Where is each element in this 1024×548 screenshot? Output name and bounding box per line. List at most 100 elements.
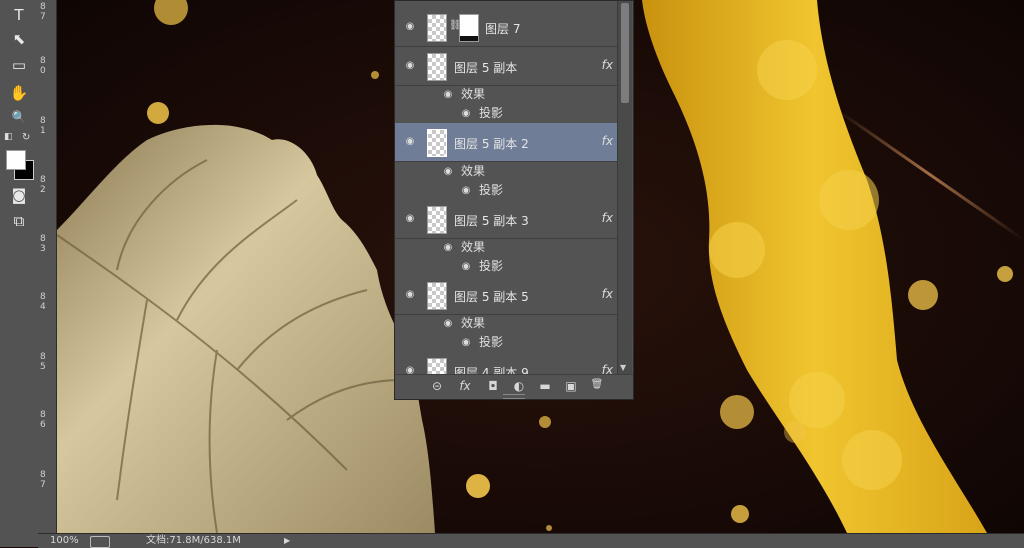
visibility-eye-icon[interactable]: ◉ (403, 137, 417, 147)
swap-colors-icon[interactable]: ↻ (22, 132, 30, 143)
add-style-icon[interactable]: fx (457, 379, 473, 393)
effects-label: 效果 (461, 87, 486, 101)
rectangle-tool-icon[interactable]: ▭ (6, 54, 32, 76)
drop-shadow-label: 投影 (479, 106, 504, 120)
layer-name[interactable]: 图层 4 副本 9 (454, 364, 529, 374)
quick-mask-icon[interactable]: ◙ (6, 184, 32, 206)
zoom-tool-icon[interactable]: 🔍 (6, 106, 32, 128)
ruler-tick: 8 (40, 234, 46, 244)
ruler-tick: 5 (40, 362, 46, 372)
zoom-level[interactable]: 100% (50, 534, 79, 548)
path-selection-tool-icon[interactable]: ⬉ (6, 28, 32, 50)
panel-resize-grip[interactable] (503, 394, 525, 399)
drop-shadow-label: 投影 (479, 183, 504, 197)
scroll-down-arrow-icon[interactable]: ▼ (620, 363, 626, 372)
layer-thumbnail (427, 53, 447, 81)
visibility-eye-icon[interactable]: ◉ (459, 186, 473, 196)
visibility-eye-icon[interactable]: ◉ (403, 214, 417, 224)
effects-row[interactable]: ◉ 效果 (395, 238, 617, 257)
effects-row[interactable]: ◉ 效果 (395, 85, 617, 104)
layer-mask-thumbnail[interactable] (459, 14, 479, 42)
default-colors-icon[interactable]: ◧ (4, 132, 14, 142)
layer-row[interactable]: ◉ 图层 5 副本 3 fx (395, 200, 617, 239)
ruler-tick: 7 (40, 12, 46, 22)
delete-layer-icon[interactable]: 🗑 (589, 379, 605, 390)
visibility-eye-icon[interactable]: ◉ (403, 61, 417, 71)
ruler-tick: 3 (40, 244, 46, 254)
foreground-color-swatch[interactable] (6, 150, 26, 170)
visibility-eye-icon[interactable]: ◉ (441, 243, 455, 253)
effects-label: 效果 (461, 164, 486, 178)
effects-row[interactable]: ◉ 效果 (395, 314, 617, 333)
ruler-tick: 1 (40, 126, 46, 136)
layer-name[interactable]: 图层 7 (485, 20, 520, 37)
type-tool-icon[interactable]: T (6, 4, 32, 26)
vertical-ruler: 8 7 8 0 8 1 8 2 8 3 8 4 8 5 8 6 8 7 (38, 0, 57, 533)
visibility-eye-icon[interactable]: ◉ (403, 366, 417, 375)
effect-row[interactable]: ◉ 投影 (395, 333, 617, 352)
layer-fx-icon[interactable]: fx (602, 363, 613, 374)
ruler-tick: 8 (40, 410, 46, 420)
scrollbar-thumb[interactable] (621, 3, 629, 103)
drop-shadow-label: 投影 (479, 335, 504, 349)
visibility-eye-icon[interactable]: ◉ (403, 22, 417, 32)
visibility-eye-icon[interactable]: ◉ (459, 109, 473, 119)
layer-name[interactable]: 图层 5 副本 (454, 59, 517, 76)
effects-label: 效果 (461, 316, 486, 330)
effect-row[interactable]: ◉ 投影 (395, 257, 617, 276)
document-size-info: 文档:71.8M/638.1M (146, 535, 241, 546)
layer-row[interactable]: ◉ 图层 4 副本 9 fx (395, 352, 617, 374)
layer-fx-icon[interactable]: fx (602, 287, 613, 301)
effects-row[interactable]: ◉ 效果 (395, 162, 617, 181)
ruler-tick: 4 (40, 302, 46, 312)
layer-fx-icon[interactable]: fx (602, 211, 613, 225)
layer-row[interactable]: ◉ 图层 5 副本 fx (395, 47, 617, 86)
layer-fx-icon[interactable]: fx (602, 58, 613, 72)
effect-row[interactable]: ◉ 投影 (395, 181, 617, 200)
visibility-eye-icon[interactable]: ◉ (403, 290, 417, 300)
ruler-tick: 0 (40, 66, 46, 76)
ruler-tick: 8 (40, 292, 46, 302)
layers-scrollbar[interactable]: ▼ (617, 1, 632, 374)
visibility-eye-icon[interactable]: ◉ (459, 338, 473, 348)
new-group-icon[interactable]: ▬ (537, 379, 553, 393)
status-menu-arrow-icon[interactable]: ▶ (284, 534, 290, 548)
layer-name[interactable]: 图层 5 副本 5 (454, 288, 529, 305)
visibility-eye-icon[interactable]: ◉ (441, 167, 455, 177)
layer-thumbnail (427, 14, 447, 42)
ruler-tick: 8 (40, 470, 46, 480)
effect-row[interactable]: ◉ 投影 (395, 104, 617, 123)
layer-row-selected[interactable]: ◉ 图层 5 副本 2 fx (395, 123, 617, 162)
layer-thumbnail (427, 206, 447, 234)
ruler-tick: 6 (40, 420, 46, 430)
layers-panel: ◉ ⛓ 图层 7 ◉ 图层 5 副本 fx ◉ 效果 ◉ 投影 ◉ 图层 5 副… (394, 0, 634, 400)
hand-tool-icon[interactable]: ✋ (6, 82, 32, 104)
layer-thumbnail (427, 358, 447, 374)
layer-thumbnail (427, 129, 447, 157)
layer-fx-icon[interactable]: fx (602, 134, 613, 148)
ruler-tick: 8 (40, 352, 46, 362)
adjustment-layer-icon[interactable]: ◐ (511, 379, 527, 393)
visibility-eye-icon[interactable]: ◉ (441, 319, 455, 329)
layer-name[interactable]: 图层 5 副本 3 (454, 212, 529, 229)
effects-label: 效果 (461, 240, 486, 254)
layer-name[interactable]: 图层 5 副本 2 (454, 135, 529, 152)
tools-panel: T ⬉ ▭ ✋ 🔍 ◧ ↻ ◙ ⧉ (0, 0, 39, 547)
layer-thumbnail (427, 282, 447, 310)
visibility-eye-icon[interactable]: ◉ (459, 262, 473, 272)
layer-row[interactable]: ◉ ⛓ 图层 7 (395, 8, 617, 47)
screen-mode-icon[interactable]: ⧉ (6, 210, 32, 232)
ruler-tick: 7 (40, 480, 46, 490)
visibility-eye-icon[interactable]: ◉ (441, 90, 455, 100)
ruler-tick: 8 (40, 56, 46, 66)
add-mask-icon[interactable]: ◘ (485, 379, 501, 393)
status-bar: 100% 文档:71.8M/638.1M ▶ (38, 533, 1024, 548)
link-layers-icon[interactable]: ⊝ (429, 379, 445, 393)
zoom-preview-icon[interactable] (90, 536, 110, 548)
new-layer-icon[interactable]: ▣ (563, 379, 579, 393)
layer-row[interactable]: ◉ 图层 5 副本 5 fx (395, 276, 617, 315)
ruler-tick: 8 (40, 175, 46, 185)
ruler-tick: 8 (40, 2, 46, 12)
layers-panel-footer: ⊝ fx ◘ ◐ ▬ ▣ 🗑 (395, 374, 633, 399)
drop-shadow-label: 投影 (479, 259, 504, 273)
